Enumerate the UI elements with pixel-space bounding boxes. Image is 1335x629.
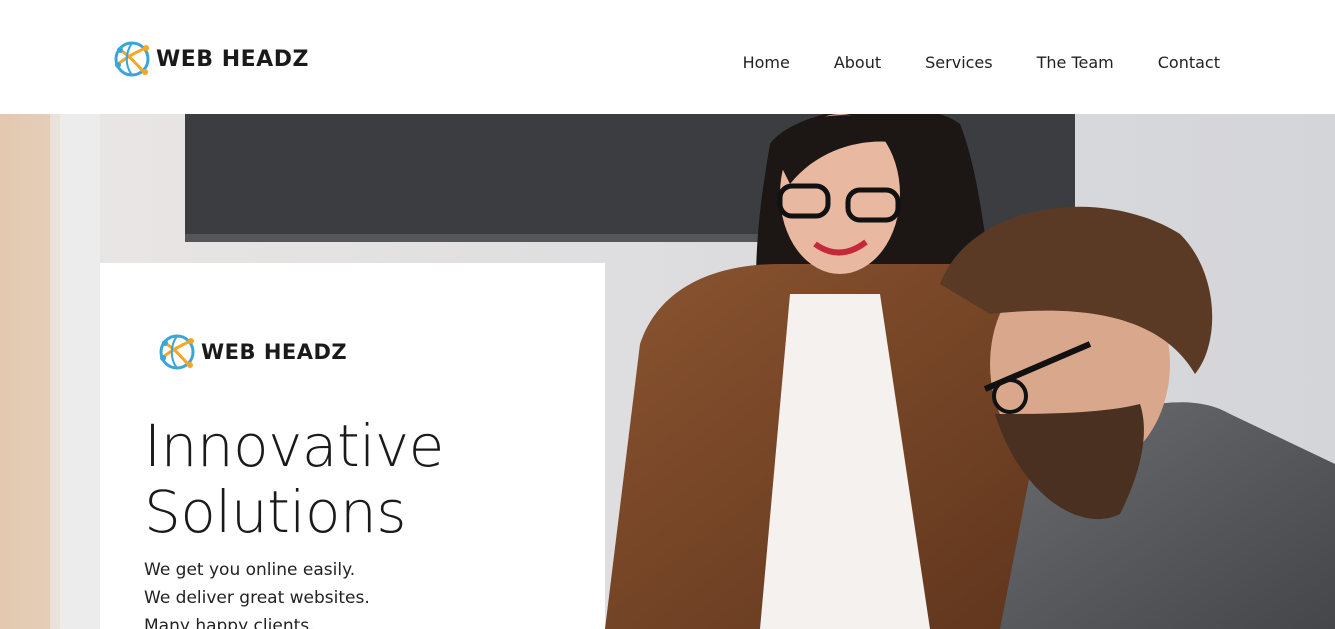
hero-section: WEB HEADZ Innovative Solutions We get yo… <box>0 114 1335 629</box>
globe-network-icon <box>114 41 150 77</box>
headline-line-1: Innovative <box>144 412 444 480</box>
globe-network-icon <box>159 334 195 370</box>
hero-card: WEB HEADZ Innovative Solutions We get yo… <box>100 263 605 629</box>
card-brand-name: WEB HEADZ <box>201 340 348 364</box>
nav-about[interactable]: About <box>834 53 881 72</box>
hero-tagline: We get you online easily. We deliver gre… <box>144 556 370 629</box>
site-header: WEB HEADZ Home About Services The Team C… <box>0 0 1335 114</box>
header-brand-name: WEB HEADZ <box>156 46 309 72</box>
hero-headline: Innovative Solutions <box>144 413 444 545</box>
card-logo: WEB HEADZ <box>157 331 347 373</box>
nav-services[interactable]: Services <box>925 53 992 72</box>
tagline-line: Many happy clients. <box>144 616 315 629</box>
nav-contact[interactable]: Contact <box>1158 53 1220 72</box>
tagline-line: We get you online easily. <box>144 560 356 580</box>
nav-the-team[interactable]: The Team <box>1037 53 1114 72</box>
main-nav: Home About Services The Team Contact <box>743 53 1220 72</box>
tagline-line: We deliver great websites. <box>144 588 370 608</box>
headline-line-2: Solutions <box>144 478 406 546</box>
header-logo[interactable]: WEB HEADZ <box>112 38 309 80</box>
nav-home[interactable]: Home <box>743 53 790 72</box>
